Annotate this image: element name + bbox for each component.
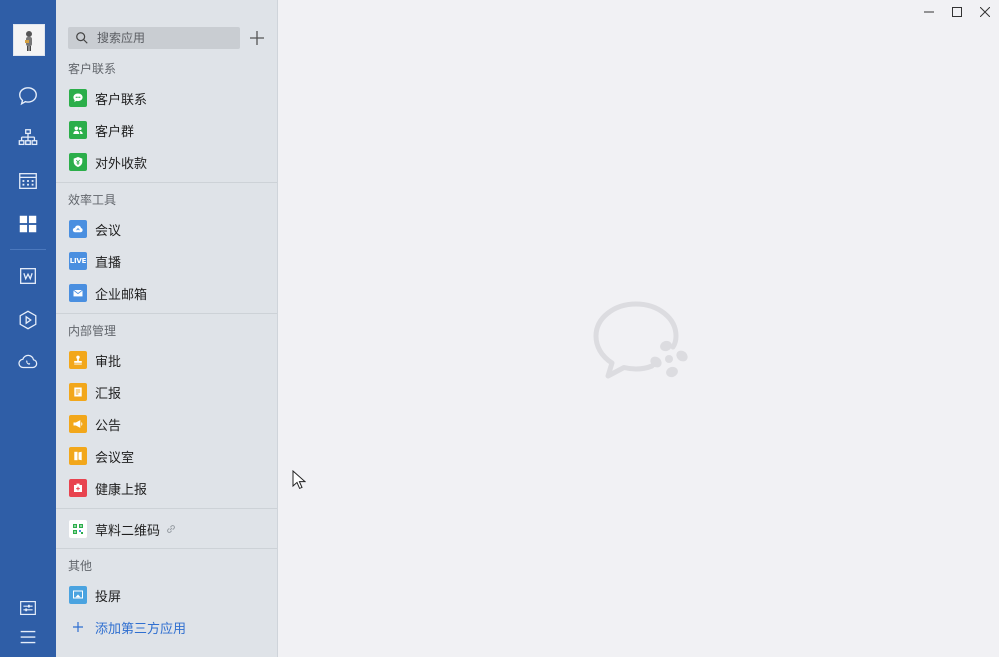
app-label: 健康上报 [95, 482, 148, 498]
link-icon [167, 525, 175, 533]
screen-cast-icon [69, 586, 87, 604]
section-divider [56, 548, 277, 549]
app-label: 草料二维码 [95, 523, 161, 539]
section-divider [56, 182, 277, 183]
document-w-icon [20, 268, 36, 284]
minimize-icon [924, 11, 934, 13]
search-box[interactable] [68, 27, 240, 49]
calendar-button[interactable] [0, 161, 56, 201]
app-item-meeting-room[interactable]: 会议室 [56, 441, 277, 471]
app-list-panel: 客户联系 客户联系 客户群 对外收款 效率工具 会议 LIVE 直播 [56, 0, 278, 657]
section-title-internal: 内部管理 [68, 324, 117, 338]
app-label: 投屏 [95, 589, 122, 605]
report-icon [69, 383, 87, 401]
app-item-customer-contact[interactable]: 客户联系 [56, 83, 277, 113]
app-item-qrcode[interactable]: 草料二维码 [56, 514, 277, 544]
search-icon [76, 32, 88, 44]
shield-yen-icon [69, 153, 87, 171]
section-divider [56, 313, 277, 314]
stamp-icon [69, 351, 87, 369]
app-label: 企业邮箱 [95, 287, 148, 303]
org-chart-icon [18, 129, 38, 146]
qr-code-icon [69, 520, 87, 538]
messages-button[interactable] [0, 76, 56, 116]
section-title-efficiency: 效率工具 [68, 193, 117, 207]
close-button[interactable] [972, 2, 998, 22]
health-kit-icon [69, 479, 87, 497]
maximize-icon [952, 7, 962, 17]
add-app-button[interactable] [246, 27, 268, 49]
sliders-icon [20, 600, 36, 616]
avatar[interactable] [13, 24, 45, 56]
door-icon [69, 447, 87, 465]
cloud-meeting-icon [69, 220, 87, 238]
close-icon [980, 7, 990, 17]
app-label: 直播 [95, 255, 122, 271]
cloud-phone-icon [18, 354, 38, 369]
plus-icon [69, 618, 87, 636]
app-item-meeting[interactable]: 会议 [56, 214, 277, 244]
app-label: 客户联系 [95, 92, 148, 108]
apps-grid-icon [19, 215, 37, 233]
section-title-customer: 客户联系 [68, 62, 117, 76]
live-icon-text: LIVE [69, 257, 87, 265]
call-button[interactable] [0, 342, 56, 382]
section-title-other: 其他 [68, 559, 93, 573]
wecom-logo-watermark-icon [593, 301, 688, 379]
plus-icon [250, 31, 264, 45]
app-label: 客户群 [95, 124, 135, 140]
app-item-customer-group[interactable]: 客户群 [56, 115, 277, 145]
app-item-approval[interactable]: 审批 [56, 345, 277, 375]
add-third-party-label: 添加第三方应用 [95, 621, 187, 637]
app-label: 会议室 [95, 450, 135, 466]
workbench-button[interactable] [0, 204, 56, 244]
hamburger-menu-icon [20, 630, 36, 644]
app-item-report[interactable]: 汇报 [56, 377, 277, 407]
hexagon-play-icon [19, 310, 37, 330]
app-label: 对外收款 [95, 156, 148, 172]
app-label: 汇报 [95, 386, 122, 402]
avatar-figure-icon [25, 31, 32, 51]
rail-divider [10, 249, 46, 250]
app-item-live[interactable]: LIVE 直播 [56, 246, 277, 276]
maximize-button[interactable] [944, 2, 970, 22]
app-label: 会议 [95, 223, 122, 239]
main-content-area [278, 0, 999, 657]
app-item-announcement[interactable]: 公告 [56, 409, 277, 439]
search-input[interactable] [95, 30, 239, 46]
app-item-screen-cast[interactable]: 投屏 [56, 580, 277, 610]
app-item-health-report[interactable]: 健康上报 [56, 473, 277, 503]
app-item-external-payment[interactable]: 对外收款 [56, 147, 277, 177]
section-divider [56, 508, 277, 509]
mail-icon [69, 284, 87, 302]
chat-bubble-icon [19, 87, 37, 106]
mouse-cursor-icon [292, 470, 306, 490]
app-label: 审批 [95, 354, 122, 370]
live-icon: LIVE [69, 252, 87, 270]
menu-button[interactable] [0, 617, 56, 657]
minimize-button[interactable] [916, 2, 942, 22]
app-label: 公告 [95, 418, 122, 434]
calendar-icon [19, 173, 37, 189]
doc-button[interactable] [0, 256, 56, 296]
contacts-button[interactable] [0, 118, 56, 158]
group-icon [69, 121, 87, 139]
chat-icon [69, 89, 87, 107]
add-third-party-app-link[interactable]: 添加第三方应用 [56, 612, 277, 642]
navigation-rail [0, 0, 57, 657]
app-item-enterprise-mail[interactable]: 企业邮箱 [56, 278, 277, 308]
drive-button[interactable] [0, 300, 56, 340]
megaphone-icon [69, 415, 87, 433]
